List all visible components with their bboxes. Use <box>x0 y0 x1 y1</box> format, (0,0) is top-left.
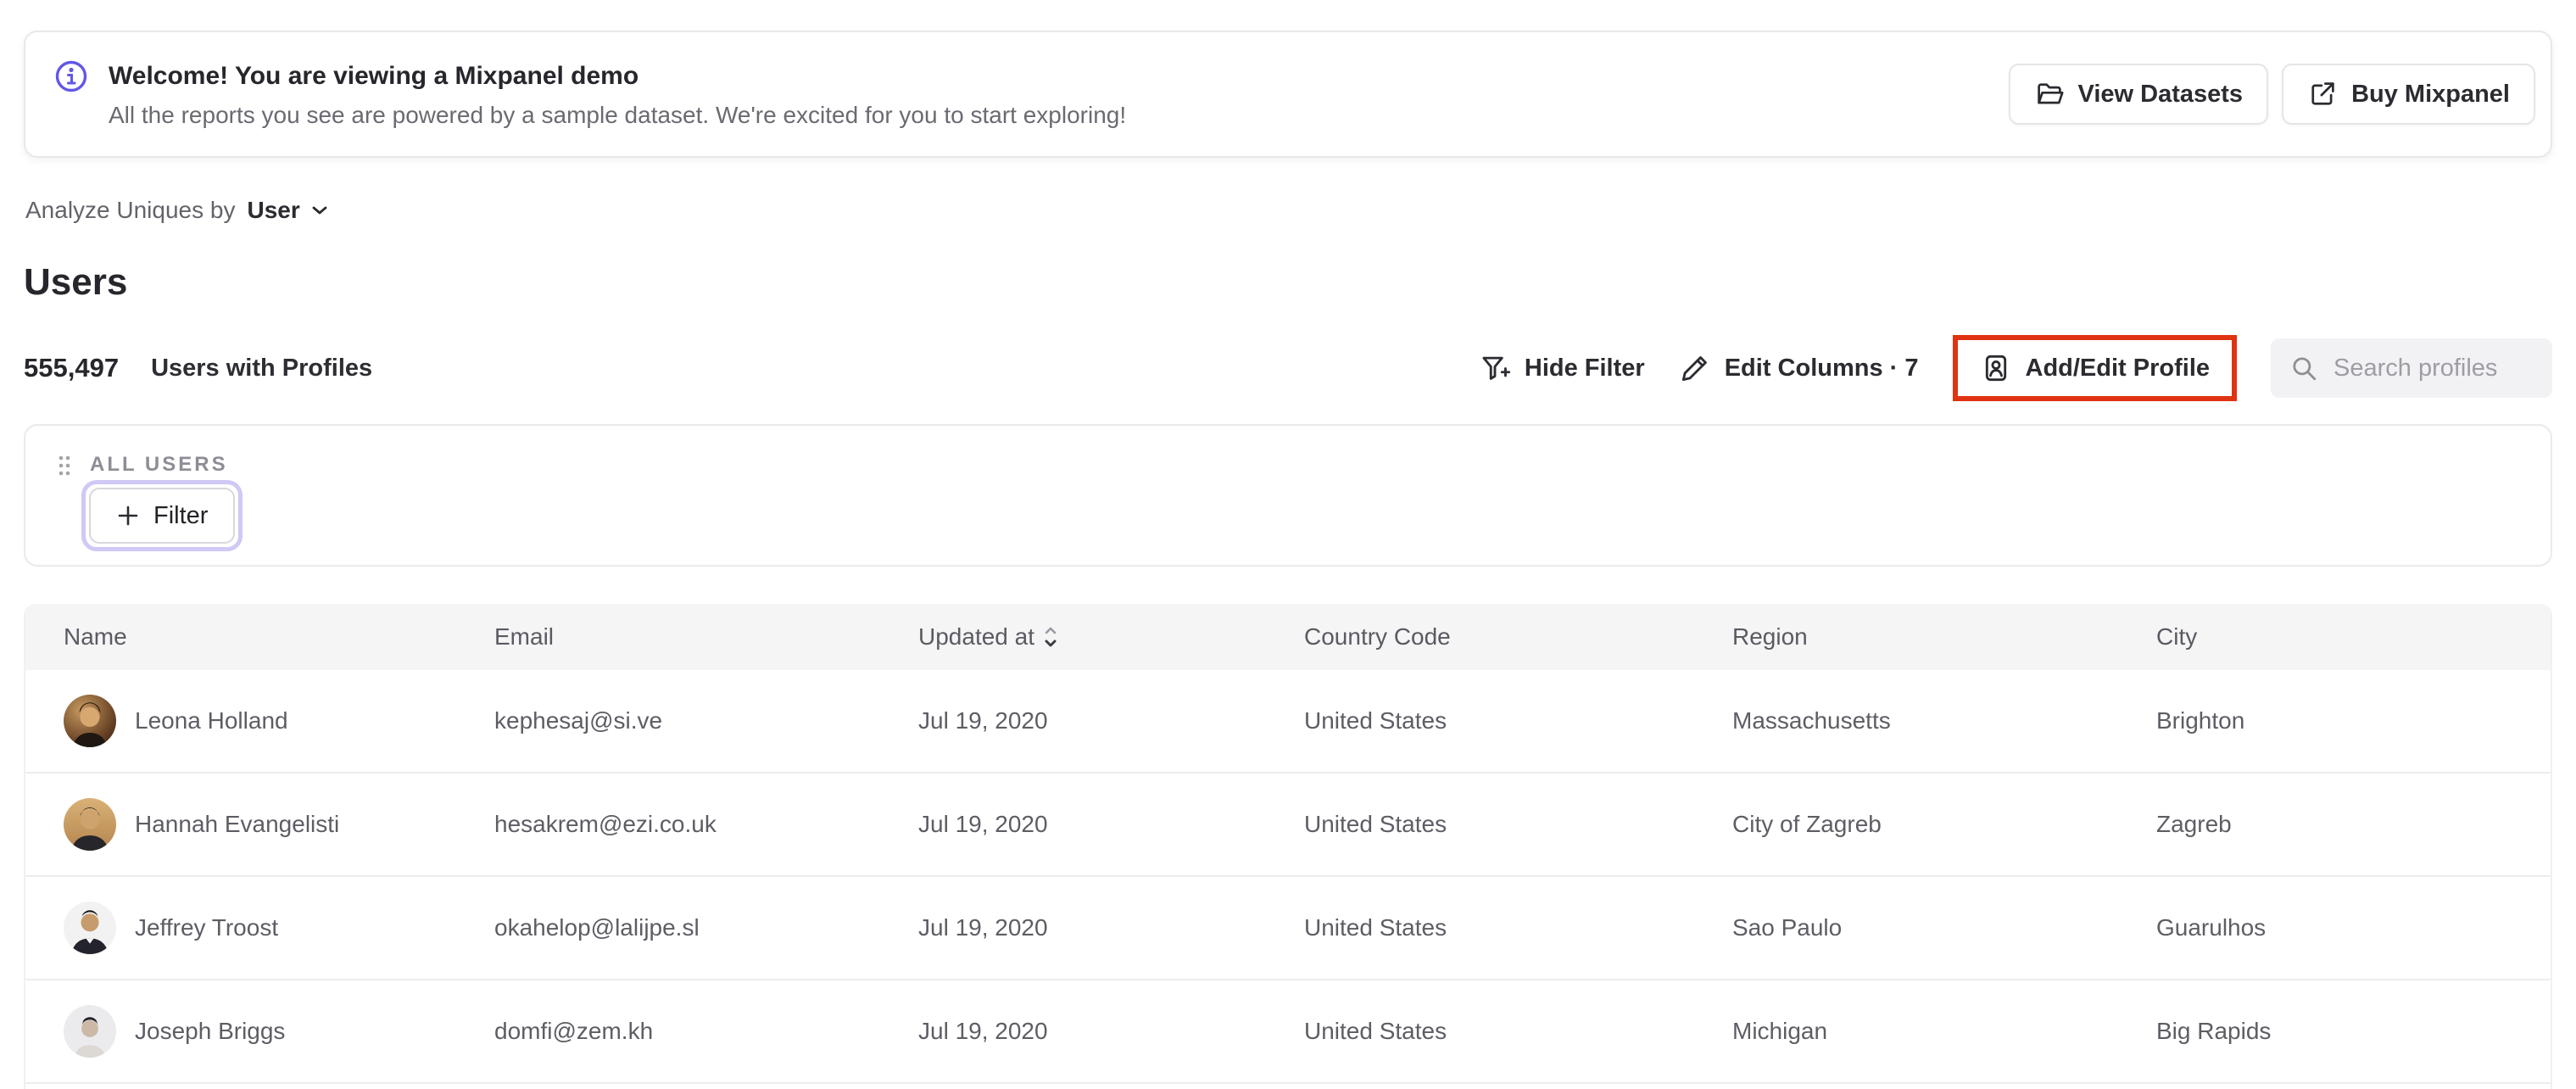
funnel-plus-icon <box>1479 352 1511 384</box>
cell-region: Sao Paulo <box>1732 914 1843 941</box>
cell-email: kephesaj@si.ve <box>494 707 663 734</box>
column-header-email[interactable]: Email <box>494 604 554 670</box>
profiles-count-label: Users with Profiles <box>151 354 373 382</box>
cell-email: hesakrem@ezi.co.uk <box>494 811 716 837</box>
hide-filter-button[interactable]: Hide Filter <box>1479 352 1645 384</box>
cell-updated: Jul 19, 2020 <box>918 1018 1048 1044</box>
search-profiles-input[interactable] <box>2332 353 2534 383</box>
page-title: Users <box>24 261 128 303</box>
banner-subtitle: All the reports you see are powered by a… <box>109 102 1127 128</box>
banner-text: Welcome! You are viewing a Mixpanel demo… <box>54 59 1126 129</box>
cell-updated: Jul 19, 2020 <box>918 914 1048 941</box>
search-profiles-box[interactable] <box>2271 338 2552 398</box>
edit-columns-button[interactable]: Edit Columns · 7 <box>1679 352 1919 384</box>
buy-mixpanel-label: Buy Mixpanel <box>2351 80 2510 108</box>
profiles-count: 555,497 <box>24 353 120 383</box>
cell-region: Michigan <box>1732 1018 1828 1044</box>
users-table: Name Email Updated at Country Code Regio… <box>24 604 2552 1089</box>
analyze-label: Analyze Uniques by <box>25 197 236 223</box>
cell-updated: Jul 19, 2020 <box>918 811 1048 837</box>
cell-country: United States <box>1304 1018 1447 1044</box>
filter-group-label: ALL USERS <box>90 453 228 476</box>
cell-city: Guarulhos <box>2156 914 2267 941</box>
table-row[interactable]: Joseph Briggs domfi@zem.kh Jul 19, 2020 … <box>25 980 2551 1084</box>
column-header-updated-at[interactable]: Updated at <box>918 604 1058 670</box>
view-datasets-button[interactable]: View Datasets <box>2008 64 2269 125</box>
analyze-uniques-dropdown[interactable]: User <box>247 197 328 224</box>
meta-row: 555,497 Users with Profiles Hide Filter … <box>24 329 2552 407</box>
cell-region: Massachusetts <box>1732 707 1891 734</box>
avatar <box>64 798 116 851</box>
cell-city: Brighton <box>2156 707 2245 734</box>
cell-email: domfi@zem.kh <box>494 1018 654 1044</box>
filter-button-focus-ring: Filter <box>81 480 243 551</box>
cell-name: Hannah Evangelisti <box>135 811 340 837</box>
hide-filter-label: Hide Filter <box>1524 354 1645 382</box>
avatar <box>64 695 116 747</box>
drag-handle-icon[interactable] <box>56 453 73 478</box>
add-filter-button[interactable]: Filter <box>89 488 236 544</box>
pencil-icon <box>1679 352 1711 384</box>
cell-email: okahelop@lalijpe.sl <box>494 914 700 941</box>
avatar <box>64 902 116 954</box>
banner-title: Welcome! You are viewing a Mixpanel demo <box>109 62 639 90</box>
info-icon <box>54 59 88 93</box>
cell-country: United States <box>1304 707 1447 734</box>
table-row[interactable]: Jeffrey Troost okahelop@lalijpe.sl Jul 1… <box>25 877 2551 980</box>
add-filter-label: Filter <box>153 501 209 529</box>
sort-icon <box>1043 624 1058 650</box>
avatar <box>64 1005 116 1058</box>
view-datasets-label: View Datasets <box>2077 80 2244 108</box>
toolbar: Hide Filter Edit Columns · 7 Add/Edit Pr… <box>1479 335 2552 401</box>
cell-name: Jeffrey Troost <box>135 914 279 941</box>
table-header: Name Email Updated at Country Code Regio… <box>25 604 2551 670</box>
highlight-box: Add/Edit Profile <box>1952 335 2237 401</box>
cell-city: Zagreb <box>2156 811 2232 837</box>
search-icon <box>2289 354 2318 383</box>
plus-icon <box>116 504 140 528</box>
id-card-icon <box>1980 352 2012 384</box>
analyze-value-text: User <box>247 197 300 223</box>
cell-updated: Jul 19, 2020 <box>918 707 1048 734</box>
edit-columns-label: Edit Columns · 7 <box>1724 354 1919 382</box>
table-row[interactable]: Hannah Evangelisti hesakrem@ezi.co.uk Ju… <box>25 773 2551 877</box>
buy-mixpanel-button[interactable]: Buy Mixpanel <box>2282 64 2535 125</box>
cell-country: United States <box>1304 914 1447 941</box>
cell-city: Big Rapids <box>2156 1018 2272 1044</box>
column-header-city[interactable]: City <box>2156 604 2197 670</box>
add-edit-profile-label: Add/Edit Profile <box>2025 354 2211 382</box>
column-header-name[interactable]: Name <box>64 604 127 670</box>
cell-name: Joseph Briggs <box>135 1018 286 1044</box>
table-row[interactable]: Leona Holland kephesaj@si.ve Jul 19, 202… <box>25 670 2551 773</box>
column-header-region[interactable]: Region <box>1732 604 1808 670</box>
filter-card: ALL USERS Filter <box>24 424 2552 567</box>
cell-region: City of Zagreb <box>1732 811 1882 837</box>
demo-banner: Welcome! You are viewing a Mixpanel demo… <box>24 31 2552 158</box>
external-link-icon <box>2307 79 2338 109</box>
cell-name: Leona Holland <box>135 707 288 734</box>
column-header-country-code[interactable]: Country Code <box>1304 604 1451 670</box>
analyze-row: Analyze Uniques by User <box>25 197 329 224</box>
cell-country: United States <box>1304 811 1447 837</box>
chevron-down-icon <box>310 204 329 216</box>
folder-icon <box>2034 79 2065 109</box>
add-edit-profile-button[interactable]: Add/Edit Profile <box>1980 352 2211 384</box>
